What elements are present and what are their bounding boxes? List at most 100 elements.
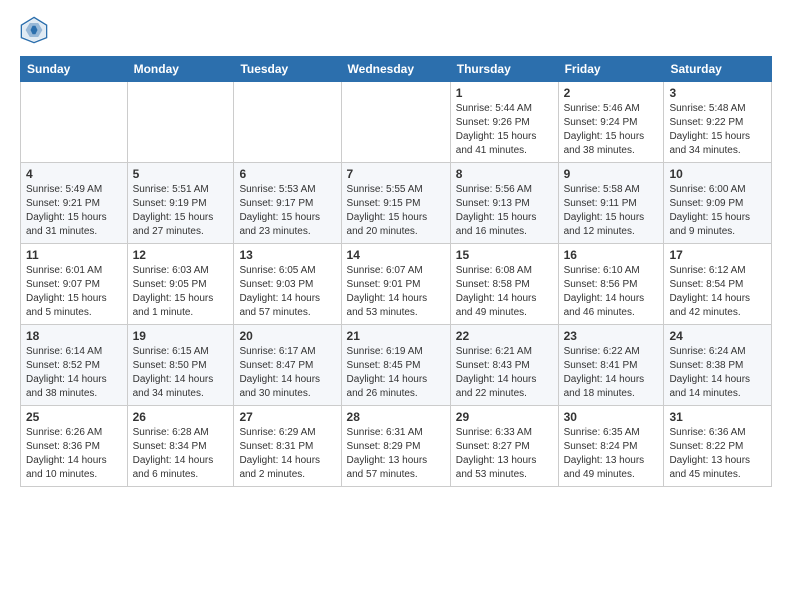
calendar-week-5: 25 Sunrise: 6:26 AMSunset: 8:36 PMDayligh… (21, 406, 772, 487)
calendar-week-2: 4 Sunrise: 5:49 AMSunset: 9:21 PMDaylight… (21, 163, 772, 244)
day-header-friday: Friday (558, 57, 664, 82)
day-header-wednesday: Wednesday (341, 57, 450, 82)
calendar-cell: 9 Sunrise: 5:58 AMSunset: 9:11 PMDaylight… (558, 163, 664, 244)
calendar-cell: 8 Sunrise: 5:56 AMSunset: 9:13 PMDaylight… (450, 163, 558, 244)
calendar-cell (21, 82, 128, 163)
day-info: Sunrise: 6:12 AMSunset: 8:54 PMDaylight:… (669, 264, 766, 320)
day-number: 27 (239, 410, 335, 424)
day-number: 8 (456, 167, 553, 181)
calendar-cell: 6 Sunrise: 5:53 AMSunset: 9:17 PMDaylight… (234, 163, 341, 244)
calendar-cell: 26 Sunrise: 6:28 AMSunset: 8:34 PMDayligh… (127, 406, 234, 487)
day-number: 20 (239, 329, 335, 343)
calendar-cell: 22 Sunrise: 6:21 AMSunset: 8:43 PMDayligh… (450, 325, 558, 406)
day-header-thursday: Thursday (450, 57, 558, 82)
day-info: Sunrise: 5:56 AMSunset: 9:13 PMDaylight:… (456, 183, 553, 239)
page-header (20, 16, 772, 44)
day-info: Sunrise: 6:14 AMSunset: 8:52 PMDaylight:… (26, 345, 122, 401)
day-number: 28 (347, 410, 445, 424)
day-number: 14 (347, 248, 445, 262)
day-info: Sunrise: 5:48 AMSunset: 9:22 PMDaylight:… (669, 102, 766, 158)
calendar-cell: 18 Sunrise: 6:14 AMSunset: 8:52 PMDayligh… (21, 325, 128, 406)
day-number: 21 (347, 329, 445, 343)
day-info: Sunrise: 6:36 AMSunset: 8:22 PMDaylight:… (669, 426, 766, 482)
day-info: Sunrise: 6:05 AMSunset: 9:03 PMDaylight:… (239, 264, 335, 320)
calendar-week-3: 11 Sunrise: 6:01 AMSunset: 9:07 PMDayligh… (21, 244, 772, 325)
calendar-cell: 1Sunrise: 5:44 AMSunset: 9:26 PMDaylight… (450, 82, 558, 163)
calendar-cell: 4 Sunrise: 5:49 AMSunset: 9:21 PMDaylight… (21, 163, 128, 244)
day-info: Sunrise: 5:46 AMSunset: 9:24 PMDaylight:… (564, 102, 659, 158)
day-info: Sunrise: 5:51 AMSunset: 9:19 PMDaylight:… (133, 183, 229, 239)
day-number: 18 (26, 329, 122, 343)
calendar-cell (234, 82, 341, 163)
day-number: 6 (239, 167, 335, 181)
logo (20, 16, 52, 44)
day-info: Sunrise: 6:01 AMSunset: 9:07 PMDaylight:… (26, 264, 122, 320)
day-info: Sunrise: 5:53 AMSunset: 9:17 PMDaylight:… (239, 183, 335, 239)
calendar-cell: 28Sunrise: 6:31 AMSunset: 8:29 PMDayligh… (341, 406, 450, 487)
day-info: Sunrise: 5:44 AMSunset: 9:26 PMDaylight:… (456, 102, 553, 158)
day-info: Sunrise: 6:07 AMSunset: 9:01 PMDaylight:… (347, 264, 445, 320)
day-info: Sunrise: 6:29 AMSunset: 8:31 PMDaylight:… (239, 426, 335, 482)
day-header-sunday: Sunday (21, 57, 128, 82)
calendar-cell: 29 Sunrise: 6:33 AMSunset: 8:27 PMDayligh… (450, 406, 558, 487)
calendar-cell: 3 Sunrise: 5:48 AMSunset: 9:22 PMDaylight… (664, 82, 772, 163)
calendar-cell: 10 Sunrise: 6:00 AMSunset: 9:09 PMDayligh… (664, 163, 772, 244)
calendar-cell: 14 Sunrise: 6:07 AMSunset: 9:01 PMDayligh… (341, 244, 450, 325)
day-number: 29 (456, 410, 553, 424)
calendar-cell: 2 Sunrise: 5:46 AMSunset: 9:24 PMDaylight… (558, 82, 664, 163)
calendar-cell: 21 Sunrise: 6:19 AMSunset: 8:45 PMDayligh… (341, 325, 450, 406)
day-info: Sunrise: 6:08 AMSunset: 8:58 PMDaylight:… (456, 264, 553, 320)
calendar-cell: 11 Sunrise: 6:01 AMSunset: 9:07 PMDayligh… (21, 244, 128, 325)
calendar-cell (127, 82, 234, 163)
day-info: Sunrise: 5:58 AMSunset: 9:11 PMDaylight:… (564, 183, 659, 239)
calendar-cell: 27 Sunrise: 6:29 AMSunset: 8:31 PMDayligh… (234, 406, 341, 487)
calendar-week-4: 18 Sunrise: 6:14 AMSunset: 8:52 PMDayligh… (21, 325, 772, 406)
day-number: 24 (669, 329, 766, 343)
day-info: Sunrise: 6:22 AMSunset: 8:41 PMDaylight:… (564, 345, 659, 401)
day-number: 19 (133, 329, 229, 343)
calendar-week-1: 1Sunrise: 5:44 AMSunset: 9:26 PMDaylight… (21, 82, 772, 163)
day-info: Sunrise: 5:49 AMSunset: 9:21 PMDaylight:… (26, 183, 122, 239)
day-number: 30 (564, 410, 659, 424)
calendar-cell: 17 Sunrise: 6:12 AMSunset: 8:54 PMDayligh… (664, 244, 772, 325)
logo-icon (20, 16, 48, 44)
calendar-page: SundayMondayTuesdayWednesdayThursdayFrid… (0, 0, 792, 497)
day-number: 4 (26, 167, 122, 181)
day-info: Sunrise: 6:19 AMSunset: 8:45 PMDaylight:… (347, 345, 445, 401)
calendar-cell: 13 Sunrise: 6:05 AMSunset: 9:03 PMDayligh… (234, 244, 341, 325)
day-number: 26 (133, 410, 229, 424)
day-number: 16 (564, 248, 659, 262)
day-info: Sunrise: 6:15 AMSunset: 8:50 PMDaylight:… (133, 345, 229, 401)
day-info: Sunrise: 6:28 AMSunset: 8:34 PMDaylight:… (133, 426, 229, 482)
day-number: 11 (26, 248, 122, 262)
day-number: 2 (564, 86, 659, 100)
day-header-monday: Monday (127, 57, 234, 82)
calendar-cell: 25 Sunrise: 6:26 AMSunset: 8:36 PMDayligh… (21, 406, 128, 487)
day-number: 3 (669, 86, 766, 100)
day-number: 25 (26, 410, 122, 424)
calendar-cell: 15 Sunrise: 6:08 AMSunset: 8:58 PMDayligh… (450, 244, 558, 325)
day-number: 22 (456, 329, 553, 343)
day-number: 10 (669, 167, 766, 181)
day-number: 5 (133, 167, 229, 181)
day-number: 9 (564, 167, 659, 181)
day-header-saturday: Saturday (664, 57, 772, 82)
day-number: 17 (669, 248, 766, 262)
calendar-table: SundayMondayTuesdayWednesdayThursdayFrid… (20, 56, 772, 487)
day-info: Sunrise: 6:10 AMSunset: 8:56 PMDaylight:… (564, 264, 659, 320)
day-info: Sunrise: 6:35 AMSunset: 8:24 PMDaylight:… (564, 426, 659, 482)
day-number: 15 (456, 248, 553, 262)
calendar-cell: 30 Sunrise: 6:35 AMSunset: 8:24 PMDayligh… (558, 406, 664, 487)
day-info: Sunrise: 6:17 AMSunset: 8:47 PMDaylight:… (239, 345, 335, 401)
day-info: Sunrise: 6:33 AMSunset: 8:27 PMDaylight:… (456, 426, 553, 482)
day-number: 12 (133, 248, 229, 262)
day-info: Sunrise: 6:26 AMSunset: 8:36 PMDaylight:… (26, 426, 122, 482)
day-info: Sunrise: 6:00 AMSunset: 9:09 PMDaylight:… (669, 183, 766, 239)
calendar-cell: 16 Sunrise: 6:10 AMSunset: 8:56 PMDayligh… (558, 244, 664, 325)
day-info: Sunrise: 6:03 AMSunset: 9:05 PMDaylight:… (133, 264, 229, 320)
day-header-tuesday: Tuesday (234, 57, 341, 82)
day-number: 13 (239, 248, 335, 262)
day-info: Sunrise: 5:55 AMSunset: 9:15 PMDaylight:… (347, 183, 445, 239)
calendar-cell: 5 Sunrise: 5:51 AMSunset: 9:19 PMDaylight… (127, 163, 234, 244)
day-info: Sunrise: 6:21 AMSunset: 8:43 PMDaylight:… (456, 345, 553, 401)
